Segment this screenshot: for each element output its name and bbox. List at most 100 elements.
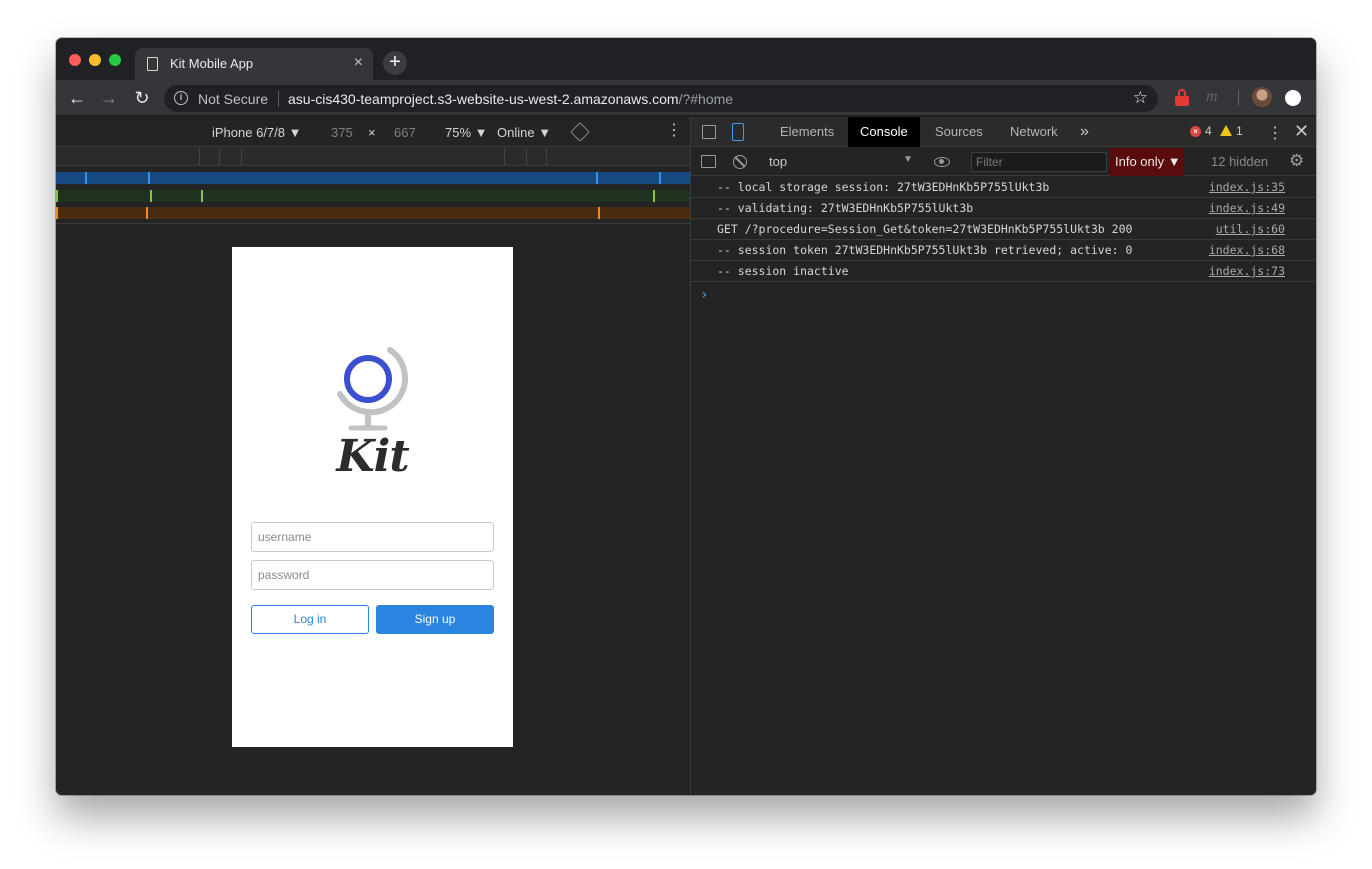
ruler — [56, 148, 690, 166]
log-message: -- validating: 27tW3EDHnKb5P755lUkt3b — [717, 201, 974, 215]
devtools-menu-icon[interactable]: ⋮ — [1267, 123, 1283, 143]
media-query-marker[interactable] — [146, 207, 148, 219]
divider — [278, 91, 279, 107]
network-throttle-select[interactable]: Online ▼ — [497, 125, 551, 140]
new-tab-button[interactable]: + — [383, 51, 407, 75]
close-window-button[interactable] — [69, 54, 81, 66]
url-text[interactable]: asu-cis430-teamproject.s3-website-us-wes… — [288, 91, 733, 107]
divider — [1238, 90, 1239, 106]
warning-count[interactable]: 1 — [1236, 124, 1243, 138]
width-input[interactable]: 375 — [331, 125, 353, 140]
ruler-tick — [526, 148, 527, 166]
live-expression-eye-icon[interactable] — [934, 157, 950, 167]
more-options-icon[interactable]: ⋮ — [666, 123, 682, 139]
console-log-row: -- validating: 27tW3EDHnKb5P755lUkt3b in… — [691, 198, 1316, 219]
console-prompt[interactable]: › — [700, 287, 708, 303]
tab-sources[interactable]: Sources — [923, 117, 995, 147]
signup-button[interactable]: Sign up — [376, 605, 494, 634]
media-query-bar-min-width[interactable] — [56, 207, 690, 219]
media-query-marker[interactable] — [56, 190, 58, 202]
browser-toolbar: ← → ↻ i Not Secure asu-cis430-teamprojec… — [56, 80, 1316, 116]
error-count[interactable]: 4 — [1205, 124, 1212, 138]
m-extension-icon[interactable]: m — [1206, 88, 1218, 106]
back-icon[interactable]: ← — [65, 86, 89, 110]
media-query-marker[interactable] — [598, 207, 600, 219]
address-bar[interactable]: i Not Secure asu-cis430-teamproject.s3-w… — [164, 85, 1158, 112]
tab-network[interactable]: Network — [998, 117, 1070, 147]
url-path: /?#home — [678, 91, 734, 107]
rotate-icon[interactable] — [570, 122, 590, 142]
media-query-bar-min-max[interactable] — [56, 190, 690, 202]
device-emulation-pane: iPhone 6/7/8 ▼ 375 × 667 75% ▼ Online ▼ … — [56, 117, 690, 795]
security-label[interactable]: Not Secure — [198, 91, 268, 107]
zoom-select[interactable]: 75% ▼ — [445, 125, 488, 140]
device-toolbar: iPhone 6/7/8 ▼ 375 × 667 75% ▼ Online ▼ … — [56, 117, 690, 147]
devtools-close-icon[interactable]: ✕ — [1294, 121, 1309, 142]
log-source-link[interactable]: index.js:68 — [1209, 243, 1285, 257]
browser-tab[interactable]: Kit Mobile App × — [135, 48, 373, 80]
ruler-tick — [199, 148, 200, 166]
filter-input[interactable] — [971, 152, 1107, 172]
device-select[interactable]: iPhone 6/7/8 ▼ — [212, 125, 301, 140]
media-query-marker[interactable] — [659, 172, 661, 184]
media-query-marker[interactable] — [150, 190, 152, 202]
error-icon[interactable]: × — [1190, 126, 1201, 137]
media-query-marker[interactable] — [596, 172, 598, 184]
app-wordmark: Kit — [336, 431, 409, 482]
media-query-marker[interactable] — [148, 172, 150, 184]
tab-elements[interactable]: Elements — [768, 117, 846, 147]
forward-icon[interactable]: → — [97, 86, 121, 110]
globe-logo-icon — [337, 347, 409, 431]
ruler-tick — [546, 148, 547, 166]
devtools-panel: Elements Console Sources Network » × 4 1… — [690, 117, 1316, 795]
inspect-element-icon[interactable] — [702, 125, 716, 139]
log-level-select[interactable]: Info only ▼ — [1110, 148, 1184, 176]
zoom-window-button[interactable] — [109, 54, 121, 66]
reload-icon[interactable]: ↻ — [130, 86, 154, 110]
login-button[interactable]: Log in — [251, 605, 369, 634]
height-input[interactable]: 667 — [394, 125, 416, 140]
console-log-row: -- session token 27tW3EDHnKb5P755lUkt3b … — [691, 240, 1316, 261]
media-query-marker[interactable] — [85, 172, 87, 184]
log-source-link[interactable]: index.js:49 — [1209, 201, 1285, 215]
ruler-tick — [504, 148, 505, 166]
tab-console[interactable]: Console — [848, 117, 920, 147]
profile-menu-icon[interactable] — [1285, 90, 1301, 106]
console-output: -- local storage session: 27tW3EDHnKb5P7… — [691, 177, 1316, 303]
media-query-bar-max-width[interactable] — [56, 172, 690, 184]
log-message: GET /?procedure=Session_Get&token=27tW3E… — [717, 222, 1133, 236]
username-input[interactable] — [251, 522, 494, 552]
log-source-link[interactable]: index.js:35 — [1209, 180, 1285, 194]
chevron-down-icon[interactable]: ▼ — [903, 154, 913, 165]
more-tabs-icon[interactable]: » — [1080, 123, 1089, 141]
bookmark-star-icon[interactable]: ☆ — [1133, 88, 1148, 108]
log-source-link[interactable]: index.js:73 — [1209, 264, 1285, 278]
media-query-marker[interactable] — [653, 190, 655, 202]
profile-avatar[interactable] — [1252, 87, 1272, 107]
log-message: -- local storage session: 27tW3EDHnKb5P7… — [717, 180, 1050, 194]
device-toolbar-toggle-icon[interactable] — [732, 123, 744, 141]
mobile-viewport: Kit Log in Sign up — [232, 247, 513, 747]
info-icon[interactable]: i — [174, 91, 188, 105]
url-host: asu-cis430-teamproject.s3-website-us-wes… — [288, 91, 679, 107]
lock-extension-icon[interactable] — [1175, 89, 1189, 107]
password-input[interactable] — [251, 560, 494, 590]
ruler-tick — [219, 148, 220, 166]
console-log-row: -- local storage session: 27tW3EDHnKb5P7… — [691, 177, 1316, 198]
warning-icon[interactable] — [1220, 125, 1232, 136]
console-filter-bar: top ▼ Info only ▼ 12 hidden ⚙ — [691, 148, 1316, 176]
tab-close-icon[interactable]: × — [354, 54, 363, 72]
log-source-link[interactable]: util.js:60 — [1216, 222, 1285, 236]
context-select[interactable]: top — [769, 154, 787, 169]
media-query-marker[interactable] — [201, 190, 203, 202]
console-log-row: -- session inactive index.js:73 — [691, 261, 1316, 282]
devtools-tab-bar: Elements Console Sources Network » × 4 1… — [691, 117, 1316, 147]
clear-console-icon[interactable] — [733, 155, 747, 169]
media-query-marker[interactable] — [56, 207, 58, 219]
minimize-window-button[interactable] — [89, 54, 101, 66]
console-settings-gear-icon[interactable]: ⚙ — [1289, 151, 1304, 171]
divider — [56, 223, 690, 224]
tab-title: Kit Mobile App — [170, 56, 254, 71]
log-message: -- session inactive — [717, 264, 849, 278]
console-sidebar-icon[interactable] — [701, 155, 716, 168]
